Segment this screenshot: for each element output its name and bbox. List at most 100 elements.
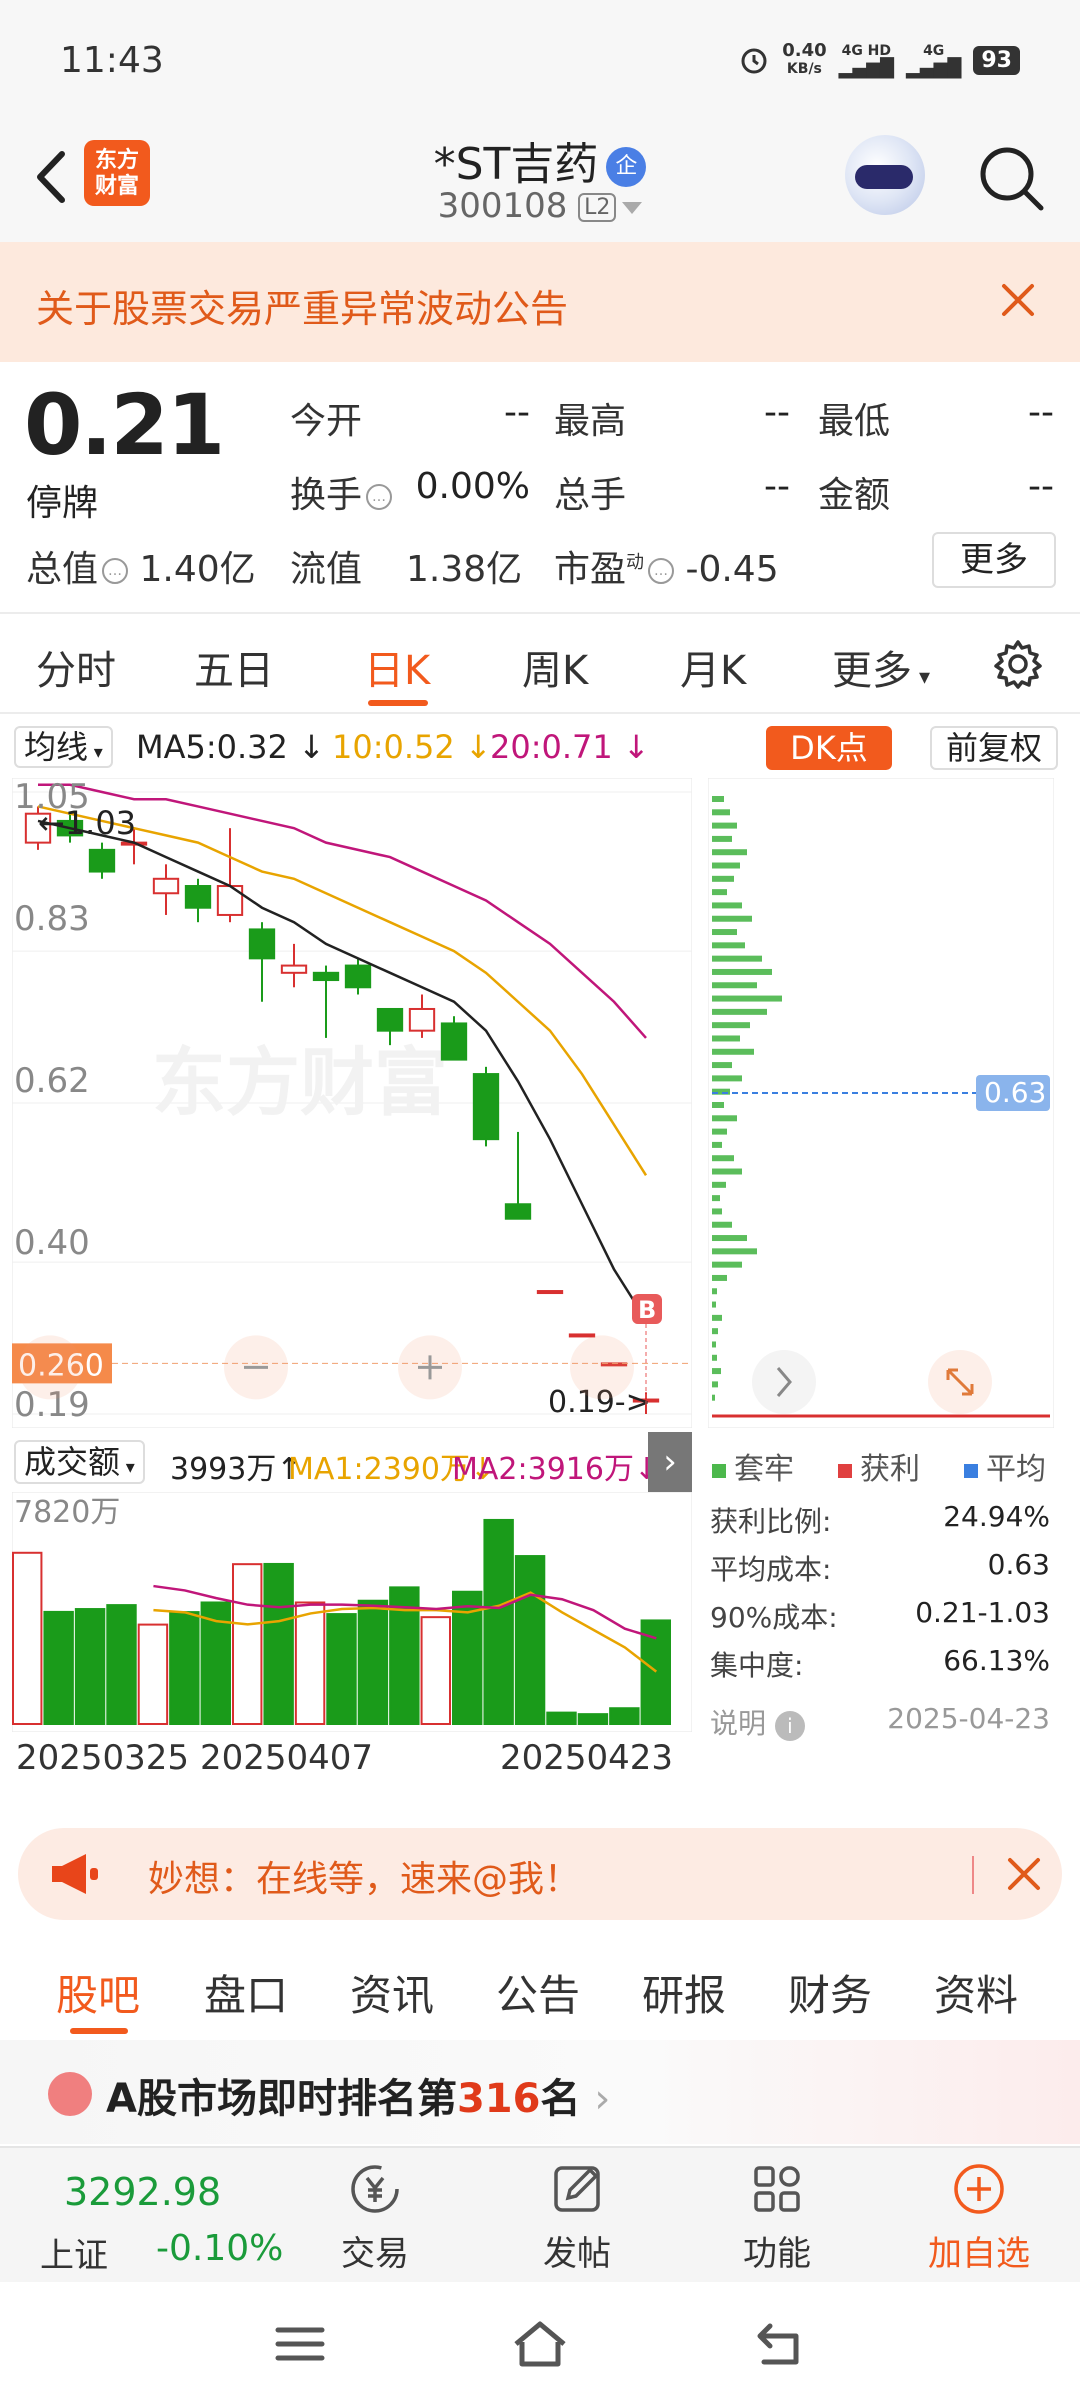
info-icon[interactable]: … (366, 484, 393, 510)
tab-intraday[interactable]: 分时 (36, 638, 116, 696)
float-mv-value: 1.38亿 (406, 549, 523, 590)
rank-text[interactable]: A股市场即时排名第316名 › (106, 2066, 610, 2124)
chip-distribution-chart: 0.63 (708, 778, 1054, 1428)
app-header: 东方 财富 *ST吉药企 300108 L2 (0, 120, 1080, 242)
high-value: -- (764, 392, 790, 433)
tab-announcements[interactable]: 公告 (496, 1962, 580, 2023)
legend-trapped: 套牢 (712, 1444, 794, 1488)
volume-bar (43, 1610, 74, 1725)
chart-toolbar: 均线 ▾ MA5:0.32 ↓ 10:0.52 ↓ 20:0.71 ↓ DK点 … (0, 714, 1080, 780)
tab-five-day[interactable]: 五日 (194, 638, 274, 696)
chip-bar (712, 1128, 727, 1135)
index-value[interactable]: 3292.98 (64, 2170, 221, 2214)
volume-bar (546, 1711, 577, 1725)
volume-bar (106, 1604, 137, 1725)
add-watchlist-button[interactable]: 加自选 (904, 2148, 1054, 2284)
candle-body (280, 964, 308, 974)
info-icon[interactable]: … (648, 558, 675, 584)
chip-bar (712, 796, 724, 802)
tab-more[interactable]: 更多 ▾ (832, 638, 930, 696)
signal-1: 4G HD ▂▄▆█ (838, 43, 894, 79)
search-icon[interactable] (975, 142, 1047, 214)
announcement-text[interactable]: 关于股票交易严重异常波动公告 (36, 278, 568, 333)
volume-value: 3993万↑ (170, 1452, 302, 1487)
back-icon[interactable] (750, 2316, 810, 2372)
volume-chart[interactable]: 7820万 (12, 1492, 692, 1732)
signal-2: 4G ▂▄▆█ (906, 43, 962, 79)
menu-icon[interactable] (270, 2316, 330, 2372)
post-button[interactable]: 发帖 (502, 2148, 652, 2284)
info-icon[interactable]: … (102, 558, 129, 584)
ma5-label: MA5:0.32 ↓ (136, 728, 325, 766)
chip-row: 获利比例: 24.94% (710, 1500, 1050, 1538)
last-price: 0.21 (24, 376, 225, 474)
indicator-select[interactable]: 均线 ▾ (14, 726, 113, 768)
tab-research[interactable]: 研报 (642, 1962, 726, 2023)
chip-bar (712, 1022, 750, 1029)
volume-bar (74, 1608, 106, 1725)
chip-bar (712, 862, 740, 869)
candle-body (312, 971, 340, 982)
gear-icon[interactable] (992, 638, 1044, 690)
chip-bar (712, 1235, 747, 1242)
tab-monthly-k[interactable]: 月K (680, 638, 746, 696)
close-icon[interactable] (1004, 1854, 1044, 1894)
candle-body (152, 877, 180, 895)
adjust-button[interactable]: 前复权 (930, 726, 1058, 770)
y-tick-label: 0.40 (14, 1223, 90, 1263)
chevron-right-icon (752, 1350, 816, 1414)
candlestick-chart[interactable]: 东方财富1.050.830.620.400.19←1.030.19->0.260… (12, 778, 692, 1428)
chip-note[interactable]: 说明 i 2025-04-23 (710, 1702, 1050, 1742)
turnover-label: 换手… (290, 466, 393, 518)
tab-profile[interactable]: 资料 (934, 1962, 1018, 2023)
active-tab-indicator (70, 2028, 128, 2034)
volume-bar (326, 1613, 357, 1725)
tab-pankou[interactable]: 盘口 (204, 1962, 288, 2023)
tab-finance[interactable]: 财务 (788, 1962, 872, 2023)
assistant-promo-banner[interactable]: 妙想：在线等，速来@我！ (18, 1828, 1062, 1920)
chip-bar (712, 1102, 724, 1108)
chip-row: 90%成本: 0.21-1.03 (710, 1596, 1050, 1634)
candle-body (472, 1073, 500, 1141)
index-change[interactable]: -0.10% (156, 2228, 283, 2269)
tab-daily-k[interactable]: 日K (364, 638, 430, 696)
chevron-left-icon (570, 1335, 634, 1400)
chip-bar (712, 822, 737, 829)
megaphone-icon (52, 1854, 98, 1894)
promo-text[interactable]: 妙想：在线等，速来@我！ (148, 1850, 580, 1902)
pe-ratio: 市盈动… -0.45 (554, 549, 779, 590)
home-icon[interactable] (510, 2316, 570, 2372)
tab-weekly-k[interactable]: 周K (522, 638, 588, 696)
amount-label: 金额 (818, 475, 891, 516)
index-name[interactable]: 上证 (40, 2228, 108, 2277)
watermark: 东方财富 (152, 1040, 448, 1126)
assistant-robot-icon[interactable] (845, 135, 925, 215)
more-button[interactable]: 更多 (932, 532, 1056, 588)
volume-bar (169, 1611, 200, 1725)
ma10-label: 10:0.52 ↓ (332, 728, 492, 766)
chip-bar (712, 1035, 740, 1042)
candle-body (568, 1333, 596, 1338)
candle-body (248, 928, 276, 960)
x-axis-label: 20250423 (500, 1738, 674, 1778)
tab-news[interactable]: 资讯 (350, 1962, 434, 2023)
chip-bar (712, 1168, 742, 1175)
chip-bar (712, 1248, 757, 1255)
dk-point-button[interactable]: DK点 (766, 726, 892, 770)
info-icon: i (774, 1711, 805, 1741)
open-label: 今开 (290, 401, 363, 442)
chevron-right-icon[interactable]: › (648, 1432, 692, 1492)
volume-indicator-select[interactable]: 成交额 ▾ (14, 1440, 145, 1484)
trade-button[interactable]: 交易 (300, 2148, 450, 2284)
chip-bar (712, 1381, 718, 1388)
announcement-banner[interactable]: 关于股票交易严重异常波动公告 (0, 242, 1080, 362)
x-axis-label: 20250325 (16, 1738, 190, 1778)
volume-bar (483, 1518, 514, 1725)
functions-button[interactable]: 功能 (702, 2148, 852, 2284)
plus-circle-icon (954, 2164, 1004, 2214)
market-rank-banner[interactable]: A股市场即时排名第316名 › (0, 2040, 1080, 2144)
chip-bar (712, 1288, 717, 1295)
bottom-navigation: 3292.98 上证 -0.10% 交易 发帖 功能 加自选 (0, 2146, 1080, 2282)
tab-guba[interactable]: 股吧 (56, 1962, 140, 2023)
close-icon[interactable] (996, 278, 1040, 322)
